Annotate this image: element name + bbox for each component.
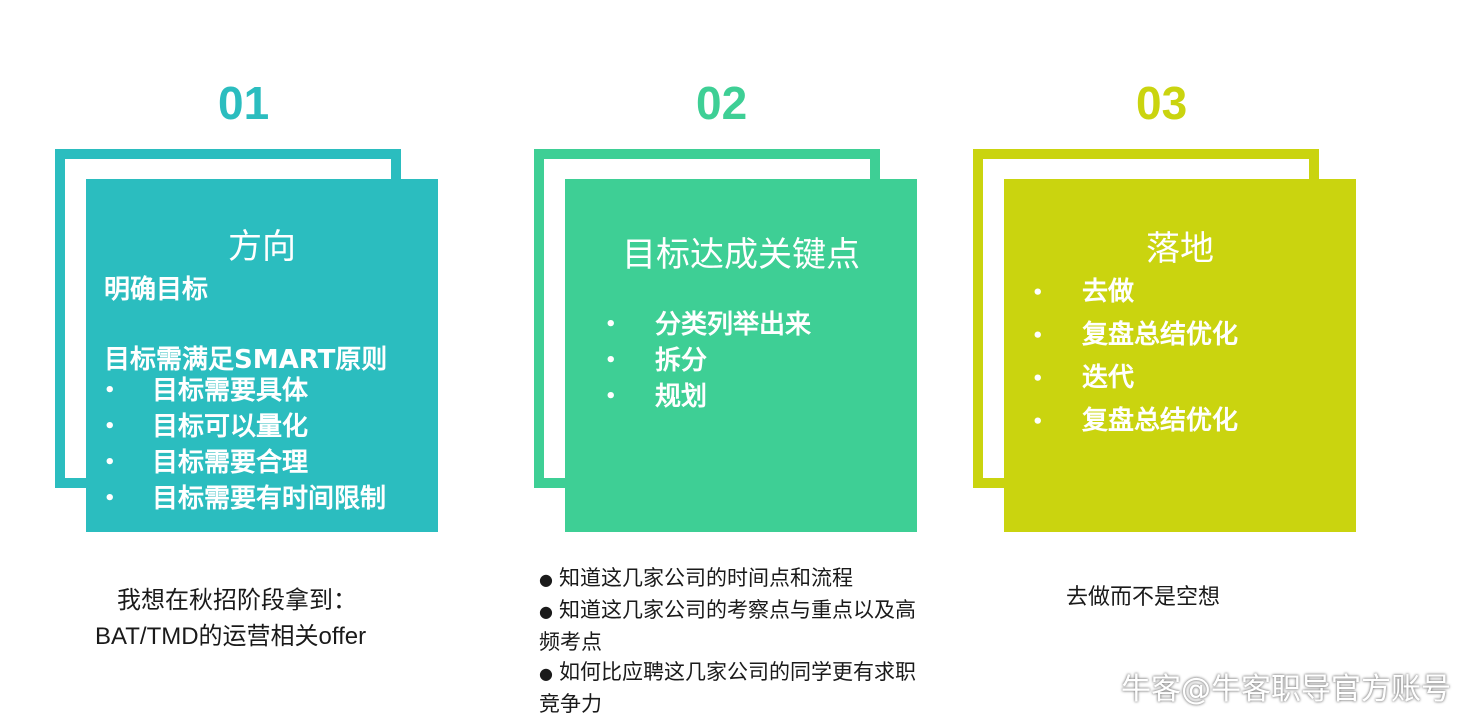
bullet-item: • 复盘总结优化: [1032, 314, 1238, 357]
bullet-dot-icon: •: [605, 314, 617, 335]
bullet-item: • 目标可以量化: [104, 409, 386, 445]
bullet-dot-icon: •: [104, 416, 116, 437]
note-line: BAT/TMD的运营相关offer: [95, 623, 367, 650]
bullet-dot-icon: ●: [539, 602, 553, 621]
step-number-03: 03: [1136, 77, 1188, 129]
note-line: 去做而不是空想: [1066, 585, 1221, 610]
bullet-dot-icon: ●: [539, 664, 553, 683]
step-number-02: 02: [696, 77, 748, 129]
bullet-dot-icon: •: [1032, 325, 1044, 346]
card-title: 方向: [228, 227, 296, 267]
note-item: ● 如何比应聘这几家公司的同学更有求职竞争力: [539, 660, 916, 716]
bullet-item: • 目标需要具体: [104, 373, 386, 409]
card-line: 目标需满足SMART原则: [104, 345, 388, 375]
card-line: 明确目标: [104, 275, 209, 305]
bullet-dot-icon: •: [605, 386, 617, 407]
bullet-dot-icon: •: [104, 452, 116, 473]
card-title: 目标达成关键点: [622, 235, 860, 275]
bullet-item: • 去做: [1032, 271, 1238, 314]
bullet-item: • 规划: [605, 379, 811, 415]
bullet-item: • 复盘总结优化: [1032, 400, 1238, 443]
step-card-02: 目标达成关键点 • 分类列举出来 • 拆分 • 规划: [565, 179, 917, 532]
bullet-dot-icon: •: [1032, 282, 1044, 303]
bullet-dot-icon: •: [1032, 411, 1044, 432]
bullet-dot-icon: ●: [539, 570, 553, 589]
step-card-01: 方向 明确目标 目标需满足SMART原则 • 目标需要具体 • 目标可以量化 • 目标…: [86, 179, 438, 532]
bullet-item: • 分类列举出来: [605, 307, 811, 343]
bullet-item: • 目标需要有时间限制: [104, 481, 386, 517]
bullet-dot-icon: •: [104, 488, 116, 509]
watermark: 牛客@牛客职导官方账号: [1121, 672, 1451, 707]
note-item: ● 知道这几家公司的考察点与重点以及高频考点: [539, 598, 916, 654]
bullet-item: • 目标需要合理: [104, 445, 386, 481]
step-number-01: 01: [218, 77, 270, 129]
bullet-item: • 拆分: [605, 343, 811, 379]
note-list: ● 知道这几家公司的时间点和流程 ● 知道这几家公司的考察点与重点以及高频考点 ● 如…: [539, 563, 919, 719]
note-line: 我想在秋招阶段拿到：: [117, 586, 357, 614]
card-title: 落地: [1146, 229, 1214, 269]
bullet-dot-icon: •: [104, 380, 116, 401]
bullet-dot-icon: •: [605, 350, 617, 371]
note-item: ● 知道这几家公司的时间点和流程: [539, 566, 853, 590]
bullet-dot-icon: •: [1032, 368, 1044, 389]
bullet-item: • 迭代: [1032, 357, 1238, 400]
step-card-03: 落地 • 去做 • 复盘总结优化 • 迭代 • 复盘总结优化: [1004, 179, 1356, 532]
